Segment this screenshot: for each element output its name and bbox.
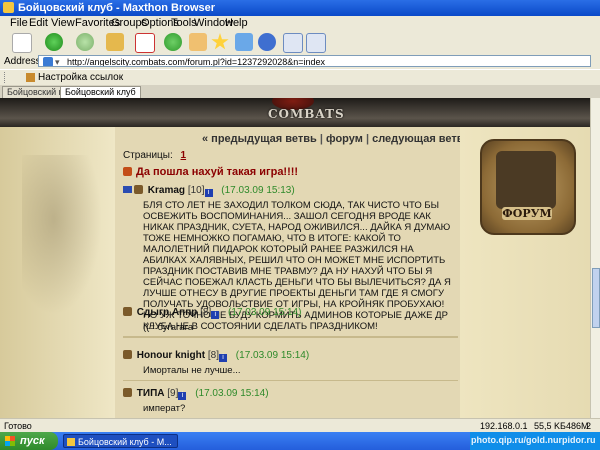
- private-message-icon[interactable]: [123, 186, 132, 193]
- menu-tools[interactable]: Tools: [171, 17, 197, 29]
- view-options-icon[interactable]: [283, 33, 303, 53]
- vertical-scrollbar[interactable]: [590, 98, 600, 418]
- address-url: http://angelscity.combats.com/forum.pl?i…: [67, 57, 325, 67]
- topic-text: Да пошла нахуй такая игра!!!!: [136, 166, 299, 178]
- forum-badge-label: ФОРУМ: [502, 207, 552, 220]
- menu-view[interactable]: View: [51, 17, 75, 29]
- link-settings-icon: [26, 73, 35, 82]
- info-icon[interactable]: i: [211, 311, 220, 319]
- info-icon[interactable]: i: [219, 354, 228, 362]
- post-author[interactable]: Сдыгр Аппр: [137, 307, 198, 318]
- forum-post: Honour knight [8] i (17.03.09 15:14) Имор…: [123, 350, 458, 381]
- tab-bar: Бойцовский клуб Бойцовский клуб: [0, 85, 600, 99]
- stop-icon[interactable]: [135, 33, 155, 53]
- forum-post: Сдыгр Аппр [8] i (17.03.09 15:14) ((= буг…: [123, 307, 458, 338]
- status-bar: Готово 192.168.0.1 55,5 KБ 486M 2 %: [0, 418, 600, 441]
- home-icon[interactable]: [189, 33, 207, 51]
- start-button[interactable]: пуск: [0, 432, 58, 450]
- post-level: [10]: [187, 185, 205, 196]
- post-date: (17.03.09 15:14): [195, 388, 269, 399]
- address-bar: Address ▾ http://angelscity.combats.com/…: [0, 54, 600, 69]
- new-page-icon[interactable]: [12, 33, 32, 53]
- post-header: Сдыгр Аппр [8] i (17.03.09 15:14): [123, 307, 458, 319]
- favorites-star-icon[interactable]: [211, 33, 229, 50]
- dropdown-arrow-icon[interactable]: ▾: [55, 56, 60, 66]
- post-author[interactable]: Kramag: [148, 185, 185, 196]
- forum-content: « предыдущая ветвь | форум | следующая в…: [115, 127, 479, 418]
- post-date: (17.03.09 15:14): [235, 350, 310, 361]
- post-level: [8]: [207, 350, 220, 361]
- post-header: Honour knight [8] i (17.03.09 15:14): [123, 350, 458, 362]
- status-speed: 55,5 KБ: [534, 421, 566, 431]
- menu-bar: File Edit View Favorites Groups Options …: [0, 16, 600, 30]
- post-divider: [123, 380, 458, 381]
- refresh-icon[interactable]: [164, 33, 182, 51]
- clan-icon: [134, 185, 143, 194]
- forward-icon[interactable]: [76, 33, 94, 51]
- undo-icon[interactable]: [258, 33, 276, 51]
- topic-title: Да пошла нахуй такая игра!!!!: [123, 166, 298, 178]
- taskbar-window-button[interactable]: Бойцовский клуб - M...: [63, 434, 178, 448]
- menu-edit[interactable]: Edit: [29, 17, 48, 29]
- post-date: (17.03.09 15:13): [221, 185, 295, 196]
- menu-help[interactable]: Help: [225, 17, 248, 29]
- toolbar: [0, 30, 600, 55]
- address-input[interactable]: ▾ http://angelscity.combats.com/forum.pl…: [38, 55, 591, 67]
- windows-flag-icon: [5, 436, 15, 446]
- photo-watermark: photo.qip.ru/gold.nurpidor.ru: [471, 435, 596, 445]
- page-favicon-icon: [43, 57, 53, 66]
- clan-icon: [123, 307, 132, 316]
- back-icon[interactable]: [45, 33, 63, 51]
- pagination: Страницы: 1: [123, 150, 186, 161]
- pages-label: Страницы:: [123, 150, 173, 161]
- status-text: Готово: [4, 421, 32, 431]
- forum-link[interactable]: форум: [326, 133, 363, 145]
- split-view-icon[interactable]: [306, 33, 326, 53]
- taskbar-window-label: Бойцовский клуб - M...: [78, 437, 172, 447]
- forum-badge[interactable]: ФОРУМ: [480, 139, 576, 235]
- post-level: [8]: [200, 307, 212, 318]
- info-icon[interactable]: i: [178, 392, 187, 400]
- window-titlebar[interactable]: Бойцовский клуб - Maxthon Browser: [0, 0, 600, 16]
- site-header: COMBATS: [0, 98, 590, 127]
- up-folder-icon[interactable]: [106, 33, 124, 51]
- page-link-1[interactable]: 1: [181, 150, 187, 161]
- window-title: Бойцовский клуб - Maxthon Browser: [18, 2, 216, 14]
- clan-icon: [123, 388, 132, 397]
- start-label: пуск: [20, 435, 45, 447]
- toolbar-grip[interactable]: [4, 72, 8, 83]
- app-icon: [3, 2, 14, 13]
- thread-nav: « предыдущая ветвь | форум | следующая в…: [202, 133, 480, 145]
- groups-icon[interactable]: [235, 33, 253, 51]
- links-bar: Настройка ссылок: [0, 69, 600, 85]
- post-author[interactable]: Honour knight: [137, 350, 205, 361]
- post-header: ТИПА [9] i (17.03.09 15:14): [123, 388, 458, 400]
- web-view: COMBATS « предыдущая ветвь | форум | сле…: [0, 98, 590, 418]
- post-text: Иморталы не лучше...: [143, 365, 241, 376]
- status-ip: 192.168.0.1: [480, 421, 528, 431]
- taskbar-app-icon: [67, 438, 75, 446]
- post-header: Kramag [10] i (17.03.09 15:13): [123, 185, 458, 197]
- address-label: Address: [4, 56, 41, 67]
- forum-post: ТИПА [9] i (17.03.09 15:14) императ?: [123, 388, 458, 414]
- site-logo[interactable]: COMBATS: [268, 107, 345, 121]
- forum-page: « предыдущая ветвь | форум | следующая в…: [0, 127, 590, 418]
- tab-active[interactable]: Бойцовский клуб: [60, 86, 141, 98]
- menu-file[interactable]: File: [10, 17, 28, 29]
- info-icon[interactable]: i: [204, 189, 213, 197]
- right-panel: ФОРУМ: [460, 127, 590, 418]
- post-author[interactable]: ТИПА: [137, 388, 165, 399]
- link-settings[interactable]: Настройка ссылок: [38, 72, 123, 83]
- post-text: ((= бугагага: [143, 322, 194, 333]
- post-divider: [123, 337, 458, 338]
- forum-badge-art: [496, 151, 556, 209]
- post-date: (17.03.09 15:14): [228, 307, 302, 318]
- clan-icon: [123, 350, 132, 359]
- scrollbar-thumb[interactable]: [592, 268, 600, 328]
- left-watermark: [22, 155, 102, 315]
- prev-thread-link[interactable]: « предыдущая ветвь: [202, 133, 317, 145]
- post-level: [9]: [167, 388, 179, 399]
- post-text: императ?: [143, 403, 186, 414]
- topic-icon: [123, 167, 132, 176]
